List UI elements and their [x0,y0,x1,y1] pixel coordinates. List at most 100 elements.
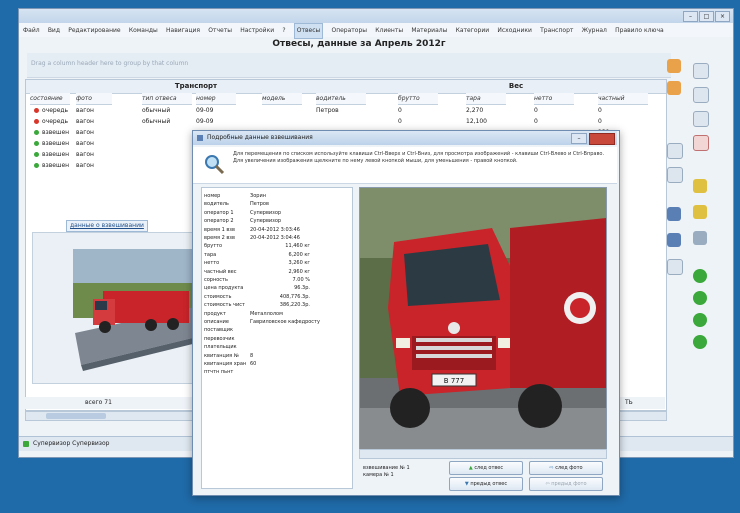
cell-photo: вагон [76,140,94,147]
col-brutto[interactable]: брутто [398,93,438,105]
tab-clients[interactable]: Клиенты [375,24,403,38]
col-netto[interactable]: нетто [534,93,574,105]
total-tail: ТЬ [625,399,633,406]
right-toolbar [667,59,733,419]
edit-document-icon[interactable] [693,87,709,103]
arrow-up-icon: ▼ [464,481,469,487]
menu-help[interactable]: ? [282,24,285,38]
dialog-close-button[interactable] [589,133,615,145]
print-icon[interactable] [667,259,683,275]
cell-photo: вагон [76,107,94,114]
property-value: Супервизор [250,218,282,225]
property-key: водитель [204,201,229,208]
property-row: тара 6,200 кг [204,251,350,259]
dialog-minimize-button[interactable]: – [571,133,587,144]
cell-photo: вагон [76,151,94,158]
menu-navigation[interactable]: Навигация [166,24,200,38]
next-weighing-button[interactable]: ▲ след отвес [449,461,523,475]
table-row[interactable]: очередь вагон обычный 09-09 0 12,100 0 0 [26,117,666,127]
tools-icon[interactable] [693,179,707,193]
col-number[interactable]: номер [196,93,236,105]
user-group-icon[interactable] [667,81,681,95]
key-icon[interactable] [693,205,707,219]
status-dot-icon [34,141,39,146]
property-row: квитанция хранит 60 [204,360,350,368]
col-type[interactable]: тип отвеса [142,93,192,105]
cell-private: 0 [598,118,602,125]
property-row: номер Зорин [204,192,350,200]
prev-photo-button[interactable]: ⇦ предыд фото [529,477,603,491]
menu-edit[interactable]: Редактирование [68,24,120,38]
status-dot-icon [34,108,39,113]
property-value: Гавриловское кафедросту [250,319,320,325]
tab-key-rule[interactable]: Правило ключа [615,24,664,38]
property-row: перевозчик [204,335,350,343]
property-value: 3,260 кг [288,260,310,267]
magnifier-icon [205,155,225,175]
scrollbar-thumb[interactable] [46,413,106,419]
property-value: 386,220.3р. [279,302,310,309]
refresh-icon-4[interactable] [693,335,707,349]
property-row: оператор 1 Супервизор [204,209,350,217]
maximize-button[interactable]: □ [699,11,714,22]
refresh-icon-3[interactable] [693,313,707,327]
settings-icon[interactable] [693,231,707,245]
prev-weighing-button[interactable]: ▼ предыд отвес [449,477,523,491]
col-status[interactable]: состояние [30,93,70,105]
col-tara[interactable]: тара [466,93,506,105]
property-row: продукт Металлолом [204,310,350,318]
menu-settings[interactable]: Настройки [240,24,274,38]
tab-materials[interactable]: Материалы [411,24,447,38]
property-key: стоимость [204,293,232,300]
dialog-app-icon [197,135,203,141]
document-icon[interactable] [693,63,709,79]
cell-type: обычный [142,107,171,114]
license-plate: В 777 [444,377,464,385]
property-key: тара [204,251,217,258]
search-document-icon[interactable] [693,111,709,127]
report-title: Отвесы, данные за Апрель 2012г [272,39,446,49]
col-photo[interactable]: фото [76,93,112,105]
cell-status: взвешен [42,140,70,147]
tab-operators[interactable]: Операторы [331,24,367,38]
menu-view[interactable]: Вид [48,24,60,38]
weighing-photo[interactable]: В 777 [359,187,607,451]
property-key: квитанция № [204,352,239,359]
tab-transport[interactable]: Транспорт [540,24,573,38]
next-photo-button[interactable]: ⇨ след фото [529,461,603,475]
minimize-button[interactable]: – [683,11,698,22]
property-key: стоимость чист [204,302,245,309]
report-icon[interactable] [667,167,683,183]
photo-scrollbar[interactable] [359,449,607,459]
tab-sources[interactable]: Исходники [497,24,532,38]
menu-commands[interactable]: Команды [129,24,158,38]
cell-status: взвешен [42,151,70,158]
page-icon[interactable] [667,143,683,159]
property-key: описание [204,319,229,325]
arrow-down-icon: ▲ [468,465,473,471]
save-icon[interactable] [667,207,681,221]
tab-categories[interactable]: Категории [456,24,490,38]
property-key: перевозчик [204,335,235,342]
tab-journal[interactable]: Журнал [582,24,607,38]
col-model[interactable]: модель [262,93,302,105]
col-private[interactable]: частный [598,93,648,105]
group-by-panel[interactable]: Drag a column header here to group by th… [27,53,671,78]
refresh-icon-2[interactable] [693,291,707,305]
dialog-hint-panel: Для перемещения по списком используйте к… [193,147,617,184]
close-button[interactable]: × [715,11,730,22]
menu-reports[interactable]: Отчеты [208,24,232,38]
camera-icon[interactable] [667,233,681,247]
property-row: поставщик [204,326,350,334]
user-icon[interactable] [667,59,681,73]
table-row[interactable]: очередь вагон обычный 09-09 Петров 0 2,270 0 0 [26,106,666,116]
menu-file[interactable]: Файл [23,24,40,38]
cell-type: обычный [142,118,171,125]
tab-weighing-data[interactable]: данные о взвешивании [66,220,148,232]
delete-document-icon[interactable] [693,135,709,151]
property-row: время 2 взв 20-04-2012 3:04:46 [204,234,350,242]
refresh-icon[interactable] [693,269,707,283]
col-driver[interactable]: водитель [316,93,366,105]
dialog-title-bar[interactable]: Подробные данные взвешивания – [193,131,617,145]
cell-brutto: 0 [398,118,402,125]
